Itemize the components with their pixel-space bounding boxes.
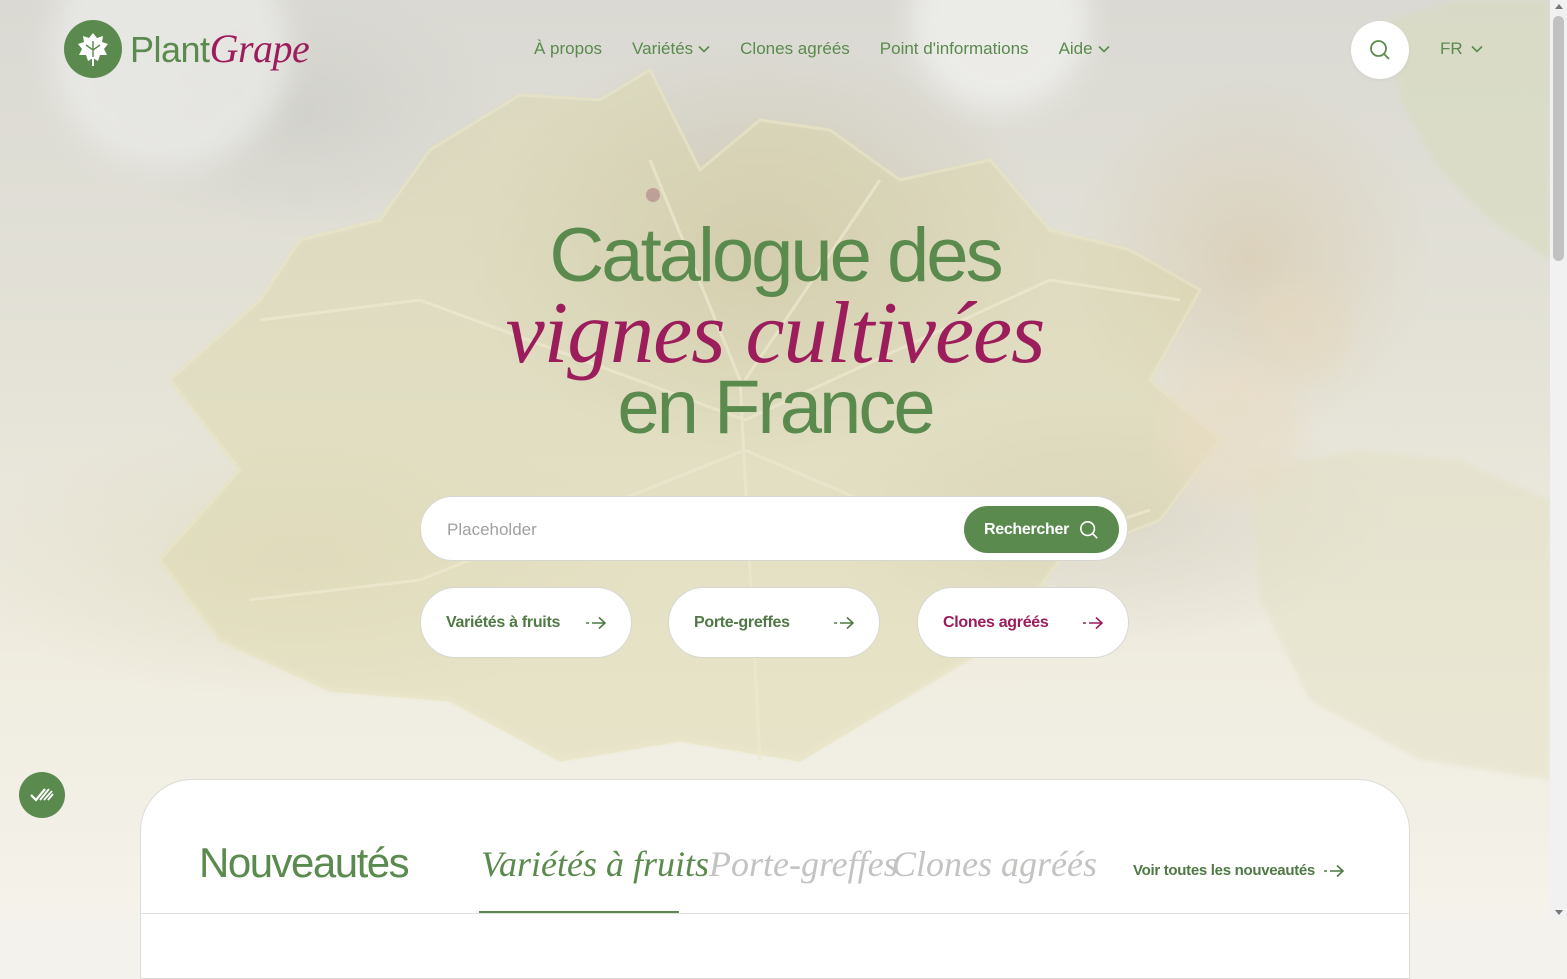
nav-item-clones-agrees[interactable]: Clones agréés <box>740 39 850 59</box>
accessibility-icon <box>30 788 54 802</box>
category-clones-agrees-button[interactable]: Clones agréés <box>917 587 1129 658</box>
news-title: Nouveautés <box>199 839 410 886</box>
nav-item-point-informations[interactable]: Point d'informations <box>880 39 1029 59</box>
arrow-right-icon <box>1323 864 1345 877</box>
scroll-up-arrow-icon[interactable] <box>1555 4 1563 9</box>
language-selector[interactable]: FR <box>1440 39 1483 59</box>
brand-name-part2: Grape <box>209 26 310 71</box>
arrow-right-icon <box>834 616 855 629</box>
tab-varietes-a-fruits[interactable]: Variétés à fruits <box>481 846 709 882</box>
search-input[interactable] <box>445 511 949 549</box>
arrow-right-icon <box>586 616 607 629</box>
grape-leaf-icon <box>64 20 122 78</box>
brand-name: PlantGrape <box>130 26 310 71</box>
catalogue-search-bar: Rechercher <box>420 496 1128 561</box>
search-icon <box>1080 520 1098 539</box>
chevron-down-icon <box>698 45 710 53</box>
nav-label: Clones agréés <box>740 39 850 58</box>
see-all-news-link[interactable]: Voir toutes les nouveautés <box>1133 862 1345 879</box>
chevron-down-icon <box>1098 45 1110 53</box>
category-porte-greffes-button[interactable]: Porte-greffes <box>668 587 880 658</box>
nav-label: Variétés <box>632 39 694 58</box>
category-label: Porte-greffes <box>694 613 790 631</box>
search-submit-button[interactable]: Rechercher <box>964 506 1119 553</box>
hero-title-line3: en France <box>617 365 935 450</box>
tabs-divider <box>141 913 1409 914</box>
page-scrollbar[interactable] <box>1550 0 1567 919</box>
nav-label: Aide <box>1058 39 1093 58</box>
chevron-down-icon <box>1471 45 1483 53</box>
active-tab-indicator <box>479 911 679 913</box>
search-button-label: Rechercher <box>983 520 1070 538</box>
tab-porte-greffes[interactable]: Porte-greffes <box>709 846 898 882</box>
search-icon <box>1370 40 1390 60</box>
scroll-down-arrow-icon[interactable] <box>1555 910 1563 915</box>
category-label: Variétés à fruits <box>446 613 561 631</box>
category-label: Clones agréés <box>943 613 1049 631</box>
news-panel: Nouveautés Variétés à fruits Porte-greff… <box>140 779 1410 979</box>
nav-item-a-propos[interactable]: À propos <box>534 39 602 59</box>
header-search-button[interactable] <box>1351 21 1409 79</box>
nav-item-aide[interactable]: Aide <box>1059 39 1110 59</box>
nav-label: À propos <box>534 39 603 58</box>
tab-clones-agrees[interactable]: Clones agréés <box>892 846 1097 882</box>
brand-name-part1: Plant <box>130 29 210 70</box>
see-all-label: Voir toutes les nouveautés <box>1133 862 1315 879</box>
brand-logo[interactable]: PlantGrape <box>64 20 310 78</box>
category-varietes-a-fruits-button[interactable]: Variétés à fruits <box>420 587 632 658</box>
nav-item-varietes[interactable]: Variétés <box>632 39 710 59</box>
hero-title-line1: Catalogue des <box>549 213 1003 298</box>
main-nav: À propos Variétés Clones agréés Point d'… <box>534 39 1110 59</box>
nav-label: Point d'informations <box>879 39 1029 58</box>
accessibility-button[interactable] <box>19 772 65 818</box>
scrollbar-thumb[interactable] <box>1553 16 1564 261</box>
arrow-right-icon <box>1083 616 1104 629</box>
language-label: FR <box>1440 39 1463 58</box>
